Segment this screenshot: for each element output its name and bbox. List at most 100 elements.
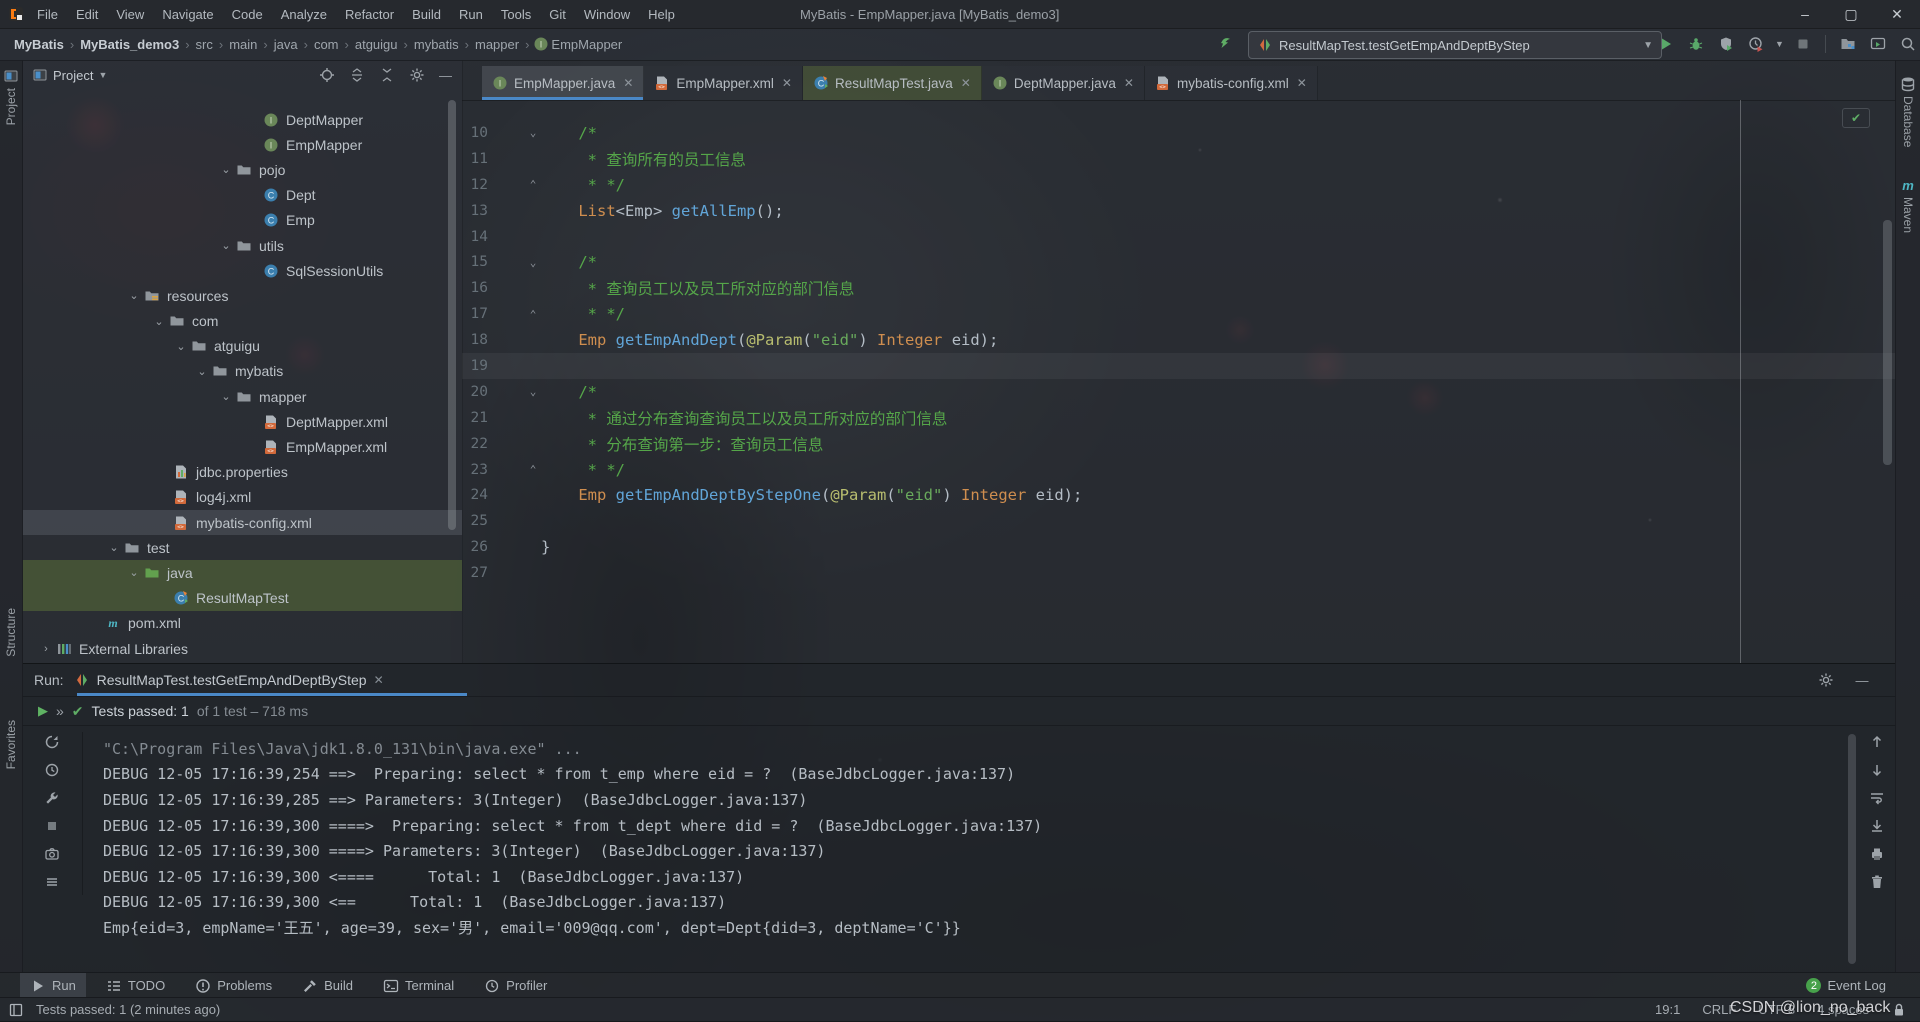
close-icon[interactable]: ✕ xyxy=(961,76,971,90)
editor-scrollbar[interactable] xyxy=(1883,220,1892,465)
menu-item-code[interactable]: Code xyxy=(223,0,272,28)
run-configuration-select[interactable]: ResultMapTest.testGetEmpAndDeptByStep ▼ xyxy=(1248,31,1662,59)
console-scrollbar[interactable] xyxy=(1848,734,1856,964)
caret-position-widget[interactable]: 19:1 xyxy=(1655,1002,1680,1017)
close-button[interactable]: ✕ xyxy=(1874,0,1920,28)
tree-item-com[interactable]: ⌄com xyxy=(22,309,462,334)
tree-item-jdbc-properties[interactable]: jdbc.properties xyxy=(22,460,462,485)
search-everywhere-icon[interactable] xyxy=(1894,31,1920,57)
gear-icon[interactable] xyxy=(1814,668,1838,692)
tree-item-resources[interactable]: ⌄resources xyxy=(22,283,462,308)
down-icon[interactable] xyxy=(1866,760,1888,779)
build-icon[interactable] xyxy=(1212,31,1240,57)
tree-expand-icon[interactable]: ⌄ xyxy=(194,365,210,378)
maximize-button[interactable]: ▢ xyxy=(1828,0,1874,28)
tree-expand-icon[interactable]: ⌄ xyxy=(218,239,234,252)
tree-item-pojo[interactable]: ⌄pojo xyxy=(22,157,462,182)
editor-tab-mybatis-config-xml[interactable]: <>mybatis-config.xml✕ xyxy=(1145,66,1318,100)
rerun-icon[interactable] xyxy=(41,732,63,751)
menu-item-help[interactable]: Help xyxy=(639,0,684,28)
debug-icon[interactable] xyxy=(1682,31,1710,57)
tree-item-dept[interactable]: CDept xyxy=(22,183,462,208)
locate-icon[interactable] xyxy=(315,63,339,87)
scroll-end-icon[interactable] xyxy=(1866,816,1888,835)
tool-button-maven[interactable]: m Maven xyxy=(1897,178,1919,233)
code-editor[interactable]: 10⌄ /*11 * 查询所有的员工信息12⌃ * */13 List<Emp>… xyxy=(462,101,1896,586)
tree-expand-icon[interactable]: ⌄ xyxy=(126,566,142,579)
tree-item-empmapper-xml[interactable]: <>EmpMapper.xml xyxy=(22,434,462,459)
toolwindow-toggle-icon[interactable] xyxy=(4,998,28,1022)
tree-item-log4j-xml[interactable]: <>log4j.xml xyxy=(22,485,462,510)
tree-item-emp[interactable]: CEmp xyxy=(22,208,462,233)
tree-item-sqlsessionutils[interactable]: CSqlSessionUtils xyxy=(22,258,462,283)
tool-button-project[interactable]: Project xyxy=(0,68,22,125)
menu-item-refactor[interactable]: Refactor xyxy=(336,0,403,28)
close-icon[interactable]: ✕ xyxy=(623,76,633,90)
stop-icon[interactable] xyxy=(1789,31,1817,57)
tree-item-deptmapper[interactable]: IDeptMapper xyxy=(22,107,462,132)
tool-button-database[interactable]: Database xyxy=(1897,76,1919,147)
breadcrumb-item-main[interactable]: main xyxy=(227,37,259,52)
tree-item-external-libraries[interactable]: ›External Libraries xyxy=(22,636,462,661)
project-panel-title[interactable]: Project xyxy=(53,68,93,83)
tool-button-favorites[interactable]: Favorites xyxy=(0,720,22,769)
console-output[interactable]: "C:\Program Files\Java\jdk1.8.0_131\bin\… xyxy=(103,736,1836,941)
soft-wrap-icon[interactable] xyxy=(1866,788,1888,807)
menu-item-window[interactable]: Window xyxy=(575,0,639,28)
print-icon[interactable] xyxy=(1866,844,1888,863)
tool-button-build[interactable]: Build xyxy=(292,973,363,998)
clear-all-icon[interactable] xyxy=(1866,872,1888,891)
tree-item-resultmaptest[interactable]: CResultMapTest xyxy=(22,586,462,611)
editor-tab-empmapper-java[interactable]: IEmpMapper.java✕ xyxy=(482,66,644,100)
close-icon[interactable]: ✕ xyxy=(782,76,792,90)
tree-item-empmapper[interactable]: IEmpMapper xyxy=(22,132,462,157)
run-play-icon[interactable]: ▶ xyxy=(38,703,48,719)
menu-item-edit[interactable]: Edit xyxy=(67,0,107,28)
tree-item-test[interactable]: ⌄test xyxy=(22,535,462,560)
run-icon[interactable] xyxy=(1652,31,1680,57)
settings-icon[interactable] xyxy=(405,63,429,87)
tree-item-mybatis[interactable]: ⌄mybatis xyxy=(22,359,462,384)
tree-item-deptmapper-xml[interactable]: <>DeptMapper.xml xyxy=(22,409,462,434)
up-icon[interactable] xyxy=(1866,732,1888,751)
close-icon[interactable]: ✕ xyxy=(374,673,384,687)
menu-item-analyze[interactable]: Analyze xyxy=(272,0,336,28)
tool-button-run[interactable]: Run xyxy=(20,973,86,998)
options-menu-icon[interactable] xyxy=(41,872,63,891)
tool-button-profiler[interactable]: Profiler xyxy=(474,973,557,998)
breadcrumb-item-mybatis[interactable]: mybatis xyxy=(412,37,461,52)
run-panel-tab[interactable]: ResultMapTest.testGetEmpAndDeptByStep ✕ xyxy=(64,664,394,696)
project-scrollbar[interactable] xyxy=(448,100,456,530)
tree-expand-icon[interactable]: ⌄ xyxy=(173,340,189,353)
tree-item-atguigu[interactable]: ⌄atguigu xyxy=(22,334,462,359)
event-log-button[interactable]: 2 Event Log xyxy=(1806,973,1886,998)
inspection-status-widget[interactable]: ✔ xyxy=(1842,108,1870,128)
breadcrumb-item-mybatis-demo3[interactable]: MyBatis_demo3 xyxy=(78,37,181,52)
menu-item-navigate[interactable]: Navigate xyxy=(153,0,222,28)
minimize-button[interactable]: – xyxy=(1782,0,1828,28)
tool-button-todo[interactable]: TODO xyxy=(96,973,175,998)
menu-item-tools[interactable]: Tools xyxy=(492,0,540,28)
menu-item-file[interactable]: File xyxy=(28,0,67,28)
tree-expand-icon[interactable]: ⌄ xyxy=(126,289,142,302)
fold-marker-icon[interactable]: ⌄ xyxy=(525,385,541,398)
breadcrumb-item-atguigu[interactable]: atguigu xyxy=(353,37,400,52)
tree-item-mybatis-config-xml[interactable]: <>mybatis-config.xml xyxy=(22,510,462,535)
tree-expand-icon[interactable]: ⌄ xyxy=(106,541,122,554)
breadcrumb-item-java[interactable]: java xyxy=(272,37,300,52)
test-history-icon[interactable] xyxy=(41,760,63,779)
tool-button-structure[interactable]: Structure xyxy=(0,608,22,657)
tree-item-pom-xml[interactable]: mpom.xml xyxy=(22,611,462,636)
chevron-down-icon[interactable]: ▼ xyxy=(98,70,107,80)
editor-tab-empmapper-xml[interactable]: <>EmpMapper.xml✕ xyxy=(644,66,803,100)
coverage-icon[interactable] xyxy=(1712,31,1740,57)
expand-all-icon[interactable] xyxy=(345,63,369,87)
menu-item-view[interactable]: View xyxy=(107,0,153,28)
menu-item-build[interactable]: Build xyxy=(403,0,450,28)
tree-expand-icon[interactable]: ⌄ xyxy=(151,315,167,328)
fold-marker-icon[interactable]: ⌄ xyxy=(525,126,541,139)
tree-expand-icon[interactable]: ⌄ xyxy=(218,163,234,176)
breadcrumb-item-mapper[interactable]: mapper xyxy=(473,37,521,52)
tree-expand-icon[interactable]: › xyxy=(38,643,54,655)
breadcrumb-item-com[interactable]: com xyxy=(312,37,341,52)
